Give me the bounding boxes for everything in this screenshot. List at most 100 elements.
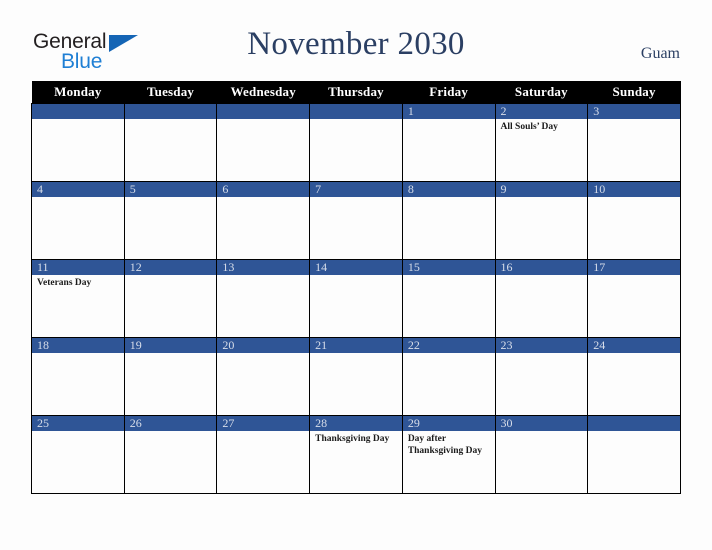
calendar-day-cell[interactable]: 18 [31,337,125,416]
weekday-header-friday: Friday [402,81,496,104]
calendar-day-cell[interactable]: 7 [309,181,403,260]
day-cell-inner: 22 [402,338,495,415]
day-cell-inner: 23 [495,338,588,415]
day-cell-inner [32,104,124,181]
day-cell-inner: 13 [217,260,310,337]
region-label: Guam [640,45,680,62]
calendar-week-row: 18 19 20 21 22 23 24 [31,337,681,416]
calendar-day-cell[interactable]: 10 [587,181,681,260]
day-cell-inner [217,104,310,181]
calendar-day-cell[interactable]: 11 Veterans Day [31,259,125,338]
calendar-empty-cell[interactable] [123,103,218,182]
calendar-day-cell[interactable]: 3 [587,103,681,182]
day-cell-inner: 20 [217,338,310,415]
calendar-day-cell[interactable]: 30 [494,415,589,494]
day-number: 13 [217,260,310,275]
calendar-day-cell[interactable]: 9 [494,181,589,260]
holiday-label: All Souls’ Day [500,122,558,132]
calendar-day-cell[interactable]: 25 [31,415,125,494]
day-cell-inner: 2 All Souls’ Day [495,104,588,181]
day-cell-inner: 19 [124,338,217,415]
day-cell-inner: 26 [124,416,217,493]
day-number: 19 [124,338,217,353]
day-cell-inner: 29 Day after Thanksgiving Day [402,416,495,493]
calendar-week-row: 11 Veterans Day 12 13 14 15 16 17 [31,259,681,338]
day-cell-inner: 7 [310,182,402,259]
weekday-header-row: Monday Tuesday Wednesday Thursday Friday Satu… [31,81,681,104]
holiday-label: Day after Thanksgiving Day [407,434,482,456]
calendar-day-cell[interactable]: 13 [216,259,311,338]
day-number: 5 [124,182,217,197]
page-header: General Blue November 2030 Guam [0,0,712,81]
day-number: 30 [495,416,588,431]
day-cell-inner: 27 [217,416,310,493]
calendar-day-cell[interactable]: 1 [401,103,496,182]
day-number: 18 [32,338,124,353]
day-cell-inner: 24 [588,338,680,415]
day-number: 24 [588,338,680,353]
calendar-empty-cell[interactable] [309,103,403,182]
calendar-day-cell[interactable]: 21 [309,337,403,416]
holiday-list: Day after Thanksgiving Day [403,431,495,457]
calendar-day-cell[interactable]: 14 [309,259,403,338]
day-number: 27 [217,416,310,431]
calendar-table: Monday Tuesday Wednesday Thursday Friday Satu… [31,81,681,494]
calendar-header-row: Monday Tuesday Wednesday Thursday Friday Satu… [31,81,681,104]
calendar-day-cell[interactable]: 22 [401,337,496,416]
page-title: November 2030 [247,26,465,62]
day-cell-inner: 18 [32,338,124,415]
day-number: 3 [588,104,680,119]
calendar-day-cell[interactable]: 27 [216,415,311,494]
calendar-empty-cell[interactable] [31,103,125,182]
calendar-day-cell[interactable]: 17 [587,259,681,338]
day-number: 9 [495,182,588,197]
day-number: 22 [402,338,495,353]
calendar-day-cell[interactable]: 19 [123,337,218,416]
day-number [217,104,310,119]
day-cell-inner: 6 [217,182,310,259]
day-number: 8 [402,182,495,197]
calendar-day-cell[interactable]: 26 [123,415,218,494]
calendar-day-cell[interactable]: 24 [587,337,681,416]
calendar-day-cell[interactable]: 28 Thanksgiving Day [309,415,403,494]
day-number: 1 [402,104,495,119]
weekday-header-tuesday: Tuesday [124,81,217,104]
calendar-day-cell[interactable]: 6 [216,181,311,260]
weekday-header-sunday: Sunday [587,81,681,104]
day-number [310,104,402,119]
holiday-list: Thanksgiving Day [310,431,402,446]
calendar-day-cell[interactable]: 15 [401,259,496,338]
day-cell-inner: 15 [402,260,495,337]
calendar-week-row: 25 26 27 28 Thanksgiving Day 29 Day after Than… [31,415,681,494]
calendar-day-cell[interactable]: 20 [216,337,311,416]
day-cell-inner: 9 [495,182,588,259]
day-number: 10 [588,182,680,197]
calendar-day-cell[interactable]: 2 All Souls’ Day [494,103,589,182]
calendar-day-cell[interactable]: 16 [494,259,589,338]
weekday-header-monday: Monday [31,81,125,104]
day-number: 23 [495,338,588,353]
day-number: 21 [310,338,402,353]
day-number: 25 [32,416,124,431]
calendar-day-cell[interactable]: 8 [401,181,496,260]
calendar-day-cell[interactable]: 5 [123,181,218,260]
weekday-header-saturday: Saturday [495,81,588,104]
calendar-empty-cell[interactable] [587,415,681,494]
holiday-list: Veterans Day [32,275,124,290]
calendar-day-cell[interactable]: 4 [31,181,125,260]
calendar-empty-cell[interactable] [216,103,311,182]
day-cell-inner: 14 [310,260,402,337]
day-number: 11 [32,260,124,275]
day-number: 16 [495,260,588,275]
calendar-body: 1 2 All Souls’ Day 3 4 5 6 7 8 9 10 11 Veterans Day 1… [31,103,681,494]
day-cell-inner: 16 [495,260,588,337]
day-cell-inner: 17 [588,260,680,337]
calendar-day-cell[interactable]: 29 Day after Thanksgiving Day [401,415,496,494]
day-cell-inner: 10 [588,182,680,259]
calendar-day-cell[interactable]: 12 [123,259,218,338]
day-number: 4 [32,182,124,197]
day-cell-inner [124,104,217,181]
day-cell-inner: 12 [124,260,217,337]
calendar-day-cell[interactable]: 23 [494,337,589,416]
day-number: 2 [495,104,588,119]
